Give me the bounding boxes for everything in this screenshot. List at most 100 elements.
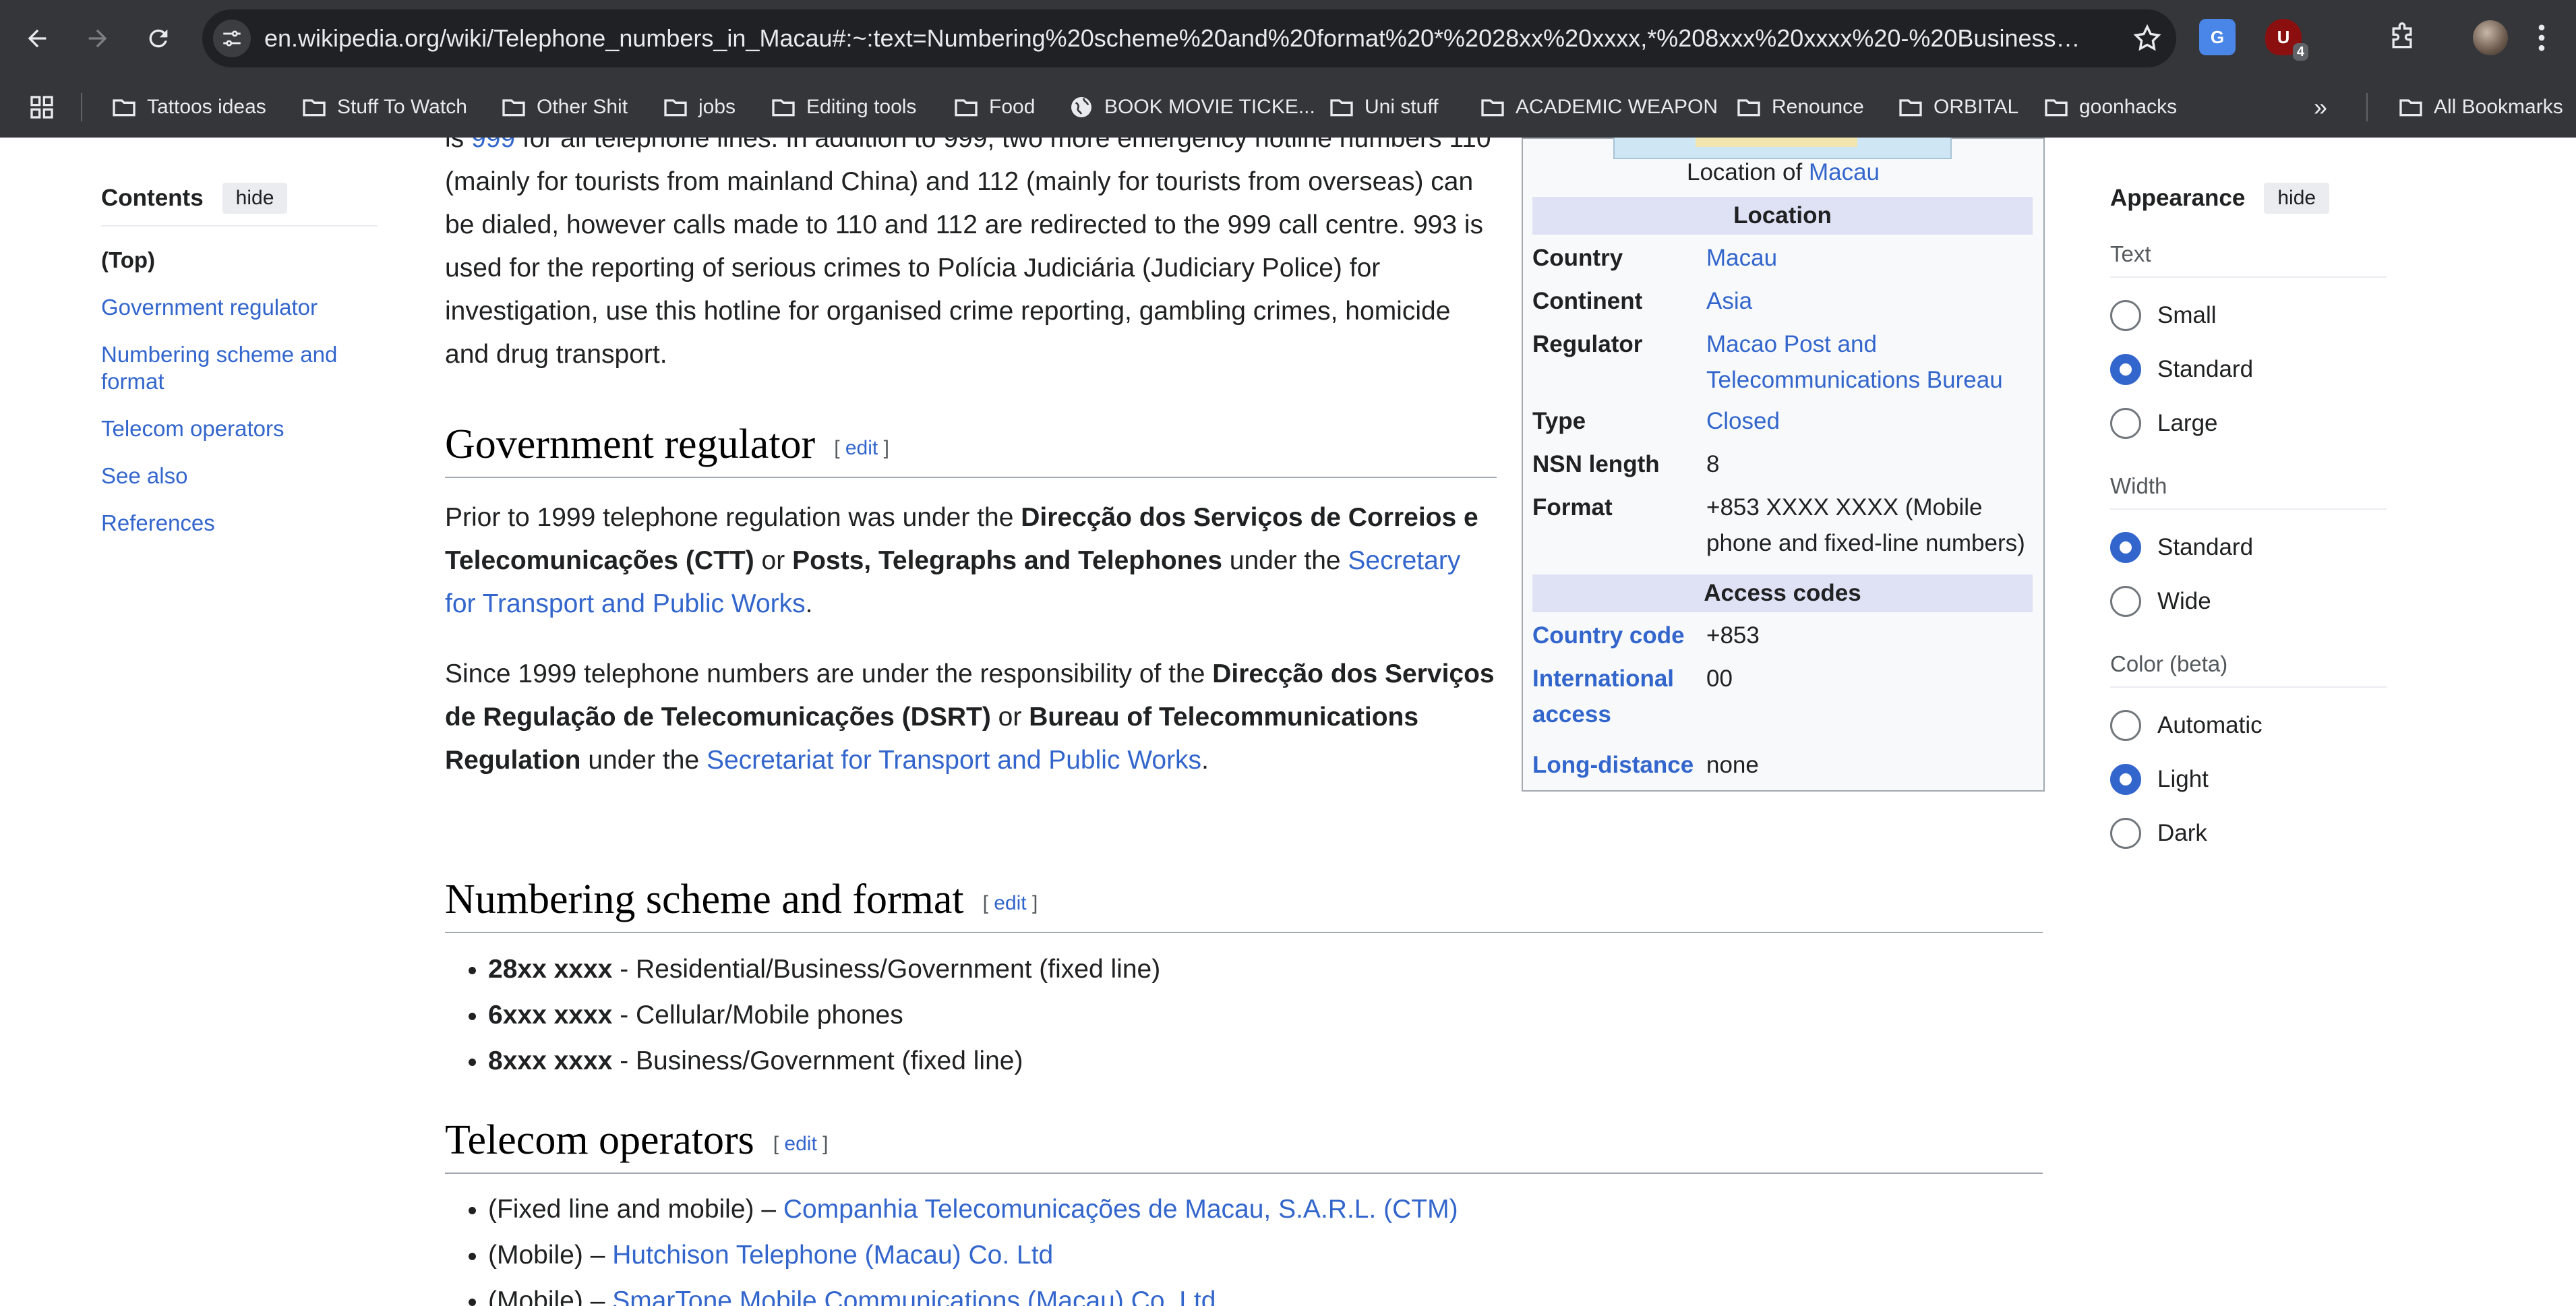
infobox-value: 00 [1706, 665, 1733, 692]
edit-label[interactable]: edit [994, 892, 1026, 914]
bookmark-item[interactable]: ACADEMIC WEAPON [1479, 90, 1718, 124]
bookmark-item[interactable]: ORBITAL [1897, 90, 2018, 124]
operator-type: (Fixed line and mobile) – [488, 1195, 783, 1224]
link-999[interactable]: 999 [471, 138, 515, 153]
forward-button[interactable] [78, 19, 117, 58]
infobox-location-header: Location [1532, 197, 2033, 235]
folder-icon [2045, 99, 2068, 117]
bookmarks-divider [81, 93, 82, 121]
back-button[interactable] [18, 19, 57, 58]
radio-option[interactable]: Light [2110, 752, 2387, 806]
radio-button[interactable] [2110, 710, 2141, 741]
radio-button[interactable] [2110, 764, 2141, 795]
radio-button[interactable] [2110, 818, 2141, 849]
operators-list: (Fixed line and mobile) – Companhia Tele… [445, 1187, 2039, 1306]
toc-item[interactable]: Telecom operators [101, 415, 378, 442]
operator-link[interactable]: Companhia Telecomunicações de Macau, S.A… [783, 1195, 1458, 1224]
radio-option[interactable]: Automatic [2110, 699, 2387, 752]
infobox-label-link[interactable]: International access [1532, 661, 1694, 732]
infobox-value[interactable]: Macau [1706, 240, 2030, 276]
toc-hide-button[interactable]: hide [222, 183, 288, 214]
translate-extension[interactable]: G [2199, 19, 2236, 55]
intro-paragraph: is 999 for all telephone lines. In addit… [445, 138, 1497, 376]
globe-icon [1071, 97, 1091, 117]
macau-link[interactable]: Macau [1809, 159, 1880, 185]
radio-option[interactable]: Small [2110, 289, 2387, 343]
radio-option[interactable]: Dark [2110, 806, 2387, 860]
radio-label: Dark [2157, 820, 2207, 846]
radio-option[interactable]: Large [2110, 396, 2387, 450]
back-icon [28, 29, 47, 48]
text: under the [1222, 546, 1348, 575]
infobox-value[interactable]: Asia [1706, 283, 2030, 319]
gov-paragraph-2: Since 1999 telephone numbers are under t… [445, 653, 1497, 782]
radio-option[interactable]: Wide [2110, 574, 2387, 628]
bookmark-item[interactable]: goonhacks [2043, 90, 2177, 124]
url-text[interactable]: en.wikipedia.org/wiki/Telephone_numbers_… [264, 23, 2085, 54]
extensions-button[interactable] [2384, 19, 2420, 55]
edit-section-link[interactable]: [ edit ] [983, 892, 1038, 914]
bookmark-item[interactable]: Renounce [1735, 90, 1864, 124]
edit-section-link[interactable]: [ edit ] [773, 1133, 829, 1155]
appearance-groups: Text Small Standard Large Width Standard Wide C… [2110, 241, 2387, 860]
toc-item[interactable]: Numbering scheme and format [101, 341, 378, 395]
operator-type: (Mobile) – [488, 1286, 613, 1306]
section-title: Telecom operators [445, 1117, 754, 1163]
infobox-label: Format [1532, 494, 1613, 521]
edit-section-link[interactable]: [ edit ] [834, 437, 889, 459]
radio-option[interactable]: Standard [2110, 521, 2387, 574]
number-description: - Cellular/Mobile phones [612, 1001, 903, 1030]
toc-item[interactable]: Government regulator [101, 294, 378, 321]
apps-button[interactable] [28, 90, 55, 124]
bookmark-item[interactable]: Stuff To Watch [301, 90, 467, 124]
bookmark-item[interactable]: jobs [662, 90, 736, 124]
reload-button[interactable] [139, 19, 178, 58]
bookmark-item[interactable]: Uni stuff [1328, 90, 1439, 124]
radio-button[interactable] [2110, 300, 2141, 331]
bookmark-item[interactable]: Tattoos ideas [111, 90, 266, 124]
infobox-label-link[interactable]: Long-distance [1532, 747, 1694, 783]
toc-item[interactable]: (Top) [101, 247, 378, 274]
toc-item[interactable]: References [101, 510, 378, 537]
bookmark-item[interactable]: Other Shit [500, 90, 628, 124]
site-info-button[interactable] [213, 20, 251, 57]
forward-icon [88, 29, 107, 48]
appearance-title: Appearance [2110, 185, 2246, 211]
ublock-extension[interactable]: U4 [2265, 19, 2308, 61]
infobox-label: Country [1532, 245, 1623, 271]
edit-label[interactable]: edit [845, 437, 878, 459]
bookmark-item[interactable]: Editing tools [770, 90, 916, 124]
bookmark-label: ACADEMIC WEAPON [1516, 96, 1718, 118]
bookmarks-overflow-button[interactable]: » [2314, 90, 2327, 124]
radio-option[interactable]: Standard [2110, 343, 2387, 396]
operator-link[interactable]: Hutchison Telephone (Macau) Co. Ltd [612, 1241, 1053, 1270]
appearance-hide-button[interactable]: hide [2264, 183, 2330, 214]
radio-button[interactable] [2110, 532, 2141, 563]
infobox-label-link[interactable]: Country code [1532, 618, 1694, 653]
folder-icon [502, 99, 525, 117]
profile-avatar[interactable] [2473, 20, 2508, 55]
bookmark-item[interactable]: Food [953, 90, 1035, 124]
bookmark-star-icon[interactable] [2132, 23, 2163, 54]
menu-icon[interactable] [2528, 20, 2555, 55]
gov-paragraph-1: Prior to 1999 telephone regulation was u… [445, 496, 1497, 626]
radio-button[interactable] [2110, 354, 2141, 385]
folder-icon [955, 99, 978, 117]
infobox-value[interactable]: Closed [1706, 403, 2030, 439]
infobox-value[interactable]: Macao Post and Telecommunications Bureau [1706, 326, 2030, 398]
ublock-badge: 4 [2292, 43, 2308, 61]
toc-item[interactable]: See also [101, 463, 378, 489]
appearance-panel: Appearance hide Text Small Standard Large Wi… [2110, 178, 2387, 860]
radio-button[interactable] [2110, 408, 2141, 439]
table-of-contents: Contents hide (Top) Government regulator N… [101, 178, 378, 557]
link-secretariat-transport[interactable]: Secretariat for Transport and Public Wor… [707, 746, 1201, 775]
radio-button[interactable] [2110, 586, 2141, 617]
address-bar[interactable]: en.wikipedia.org/wiki/Telephone_numbers_… [202, 9, 2176, 67]
bookmark-item[interactable]: BOOK MOVIE TICKE... [1068, 90, 1315, 124]
text: under the [580, 746, 707, 775]
operator-link[interactable]: SmarTone Mobile Communications (Macau) C… [612, 1286, 1216, 1306]
toc-list: (Top) Government regulator Numbering schem… [101, 247, 378, 537]
location-map-image[interactable] [1613, 138, 1952, 159]
all-bookmarks-button[interactable]: All Bookmarks [2397, 90, 2563, 124]
edit-label[interactable]: edit [784, 1133, 816, 1155]
